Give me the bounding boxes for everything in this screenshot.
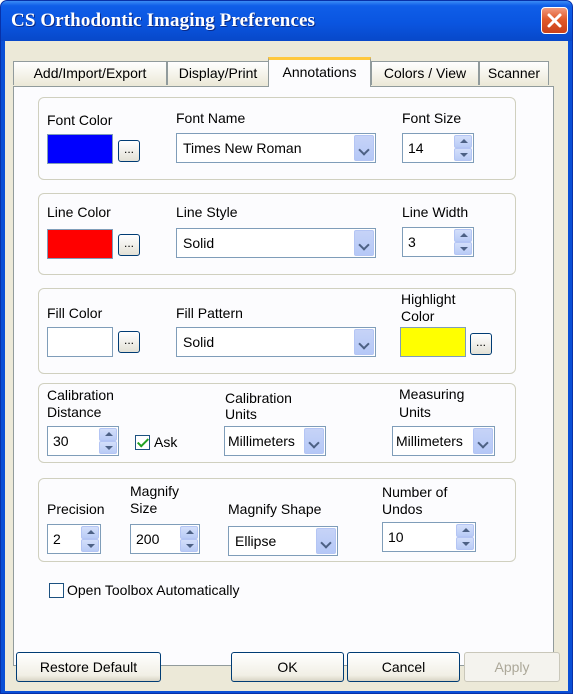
line-style-label: Line Style — [176, 204, 238, 220]
line-width-value: 3 — [408, 234, 416, 250]
line-group: Line Color ... Line Style Solid Line Wid… — [38, 193, 516, 275]
ask-label: Ask — [154, 434, 178, 450]
font-name-value: Times New Roman — [183, 140, 302, 156]
magnify-size-label-line1: Magnify — [130, 483, 180, 499]
measuring-units-select[interactable]: Millimeters — [392, 426, 495, 456]
font-size-label: Font Size — [402, 110, 462, 126]
magnify-size-value: 200 — [136, 531, 160, 547]
font-color-picker-button[interactable]: ... — [118, 140, 140, 162]
spin-down-icon[interactable] — [180, 539, 198, 552]
fill-group: Fill Color ... Fill Pattern Solid Highli… — [38, 288, 516, 374]
close-icon — [547, 13, 562, 28]
measuring-units-value: Millimeters — [396, 433, 463, 449]
number-of-undos-label-line2: Undos — [382, 501, 423, 517]
title-bar[interactable]: CS Orthodontic Imaging Preferences — [1, 1, 572, 41]
line-color-swatch[interactable] — [47, 229, 113, 259]
spin-up-icon[interactable] — [454, 135, 472, 148]
magnify-shape-select[interactable]: Ellipse — [228, 526, 338, 556]
dialog-body: Add/Import/Export Display/Print Annotati… — [5, 41, 568, 691]
calibration-distance-value: 30 — [53, 433, 69, 449]
calibration-units-label-line2: Units — [225, 406, 257, 422]
ask-checkbox[interactable] — [135, 435, 150, 450]
tab-add-import-export[interactable]: Add/Import/Export — [13, 61, 167, 85]
spin-up-icon[interactable] — [454, 229, 472, 242]
chevron-down-icon[interactable] — [304, 428, 324, 454]
line-width-spinner[interactable]: 3 — [402, 227, 474, 257]
open-toolbox-label: Open Toolbox Automatically — [67, 582, 240, 598]
open-toolbox-checkbox[interactable] — [49, 583, 64, 598]
tab-colors-view[interactable]: Colors / View — [371, 61, 479, 85]
precision-spinner[interactable]: 2 — [47, 524, 101, 554]
spin-up-icon[interactable] — [99, 428, 117, 441]
line-width-label: Line Width — [402, 204, 469, 220]
font-name-select[interactable]: Times New Roman — [176, 133, 376, 163]
measuring-units-label-line2: Units — [399, 404, 431, 420]
magnify-shape-label: Magnify Shape — [228, 501, 322, 517]
close-button[interactable] — [541, 7, 568, 34]
font-color-swatch[interactable] — [47, 134, 113, 164]
spin-down-icon[interactable] — [99, 441, 117, 454]
chevron-down-icon[interactable] — [354, 230, 374, 256]
line-color-picker-button[interactable]: ... — [118, 234, 140, 256]
ok-button[interactable]: OK — [231, 652, 344, 682]
spin-up-icon[interactable] — [180, 526, 198, 539]
fill-color-swatch[interactable] — [47, 327, 113, 357]
precision-value: 2 — [53, 531, 61, 547]
tab-display-print[interactable]: Display/Print — [167, 61, 269, 85]
highlight-color-label-line2: Color — [401, 308, 435, 324]
magnify-group: Precision 2 Magnify Size 200 Magnify Sha… — [38, 478, 516, 562]
chevron-down-icon[interactable] — [354, 135, 374, 161]
calibration-units-label-line1: Calibration — [225, 390, 292, 406]
spin-down-icon[interactable] — [81, 539, 99, 552]
chevron-down-icon[interactable] — [354, 329, 374, 355]
annotations-panel: Font Color ... Font Name Times New Roman… — [13, 86, 554, 666]
font-size-value: 14 — [408, 140, 424, 156]
spin-up-icon[interactable] — [456, 524, 474, 537]
spin-up-icon[interactable] — [81, 526, 99, 539]
font-name-label: Font Name — [176, 110, 246, 126]
magnify-size-label-line2: Size — [130, 500, 158, 516]
calibration-distance-label-line1: Calibration — [47, 387, 114, 403]
highlight-color-label-line1: Highlight — [401, 291, 456, 307]
font-size-spinner[interactable]: 14 — [402, 133, 474, 163]
highlight-color-swatch[interactable] — [400, 327, 466, 357]
chevron-down-icon[interactable] — [473, 428, 493, 454]
magnify-size-spinner[interactable]: 200 — [130, 524, 200, 554]
fill-pattern-label: Fill Pattern — [176, 305, 243, 321]
font-group: Font Color ... Font Name Times New Roman… — [38, 97, 516, 180]
number-of-undos-spinner[interactable]: 10 — [382, 522, 476, 552]
magnify-shape-value: Ellipse — [235, 533, 277, 549]
apply-button[interactable]: Apply — [464, 652, 560, 682]
cancel-button[interactable]: Cancel — [347, 652, 460, 682]
tab-annotations[interactable]: Annotations — [268, 57, 371, 87]
calibration-distance-label-line2: Distance — [47, 404, 102, 420]
calibration-units-value: Millimeters — [228, 433, 295, 449]
precision-label: Precision — [47, 501, 105, 517]
window-title: CS Orthodontic Imaging Preferences — [11, 10, 316, 31]
spin-down-icon[interactable] — [454, 242, 472, 255]
tab-scanner[interactable]: Scanner — [479, 61, 549, 85]
font-color-label: Font Color — [47, 112, 113, 128]
line-color-label: Line Color — [47, 204, 111, 220]
fill-color-label: Fill Color — [47, 305, 103, 321]
highlight-color-picker-button[interactable]: ... — [470, 333, 492, 355]
chevron-down-icon[interactable] — [316, 528, 336, 554]
measuring-units-label-line1: Measuring — [399, 386, 465, 402]
spin-down-icon[interactable] — [456, 537, 474, 550]
line-style-select[interactable]: Solid — [176, 228, 376, 258]
calibration-distance-spinner[interactable]: 30 — [47, 426, 119, 456]
line-style-value: Solid — [183, 235, 215, 251]
fill-pattern-select[interactable]: Solid — [176, 327, 376, 357]
calibration-group: Calibration Distance 30 Ask Calibration … — [38, 383, 516, 463]
calibration-units-select[interactable]: Millimeters — [224, 426, 326, 456]
spin-down-icon[interactable] — [454, 148, 472, 161]
number-of-undos-value: 10 — [388, 529, 404, 545]
restore-default-button[interactable]: Restore Default — [16, 652, 161, 682]
fill-color-picker-button[interactable]: ... — [118, 331, 140, 353]
fill-pattern-value: Solid — [183, 334, 215, 350]
number-of-undos-label-line1: Number of — [382, 484, 448, 500]
preferences-window: CS Orthodontic Imaging Preferences Add/I… — [0, 0, 573, 694]
